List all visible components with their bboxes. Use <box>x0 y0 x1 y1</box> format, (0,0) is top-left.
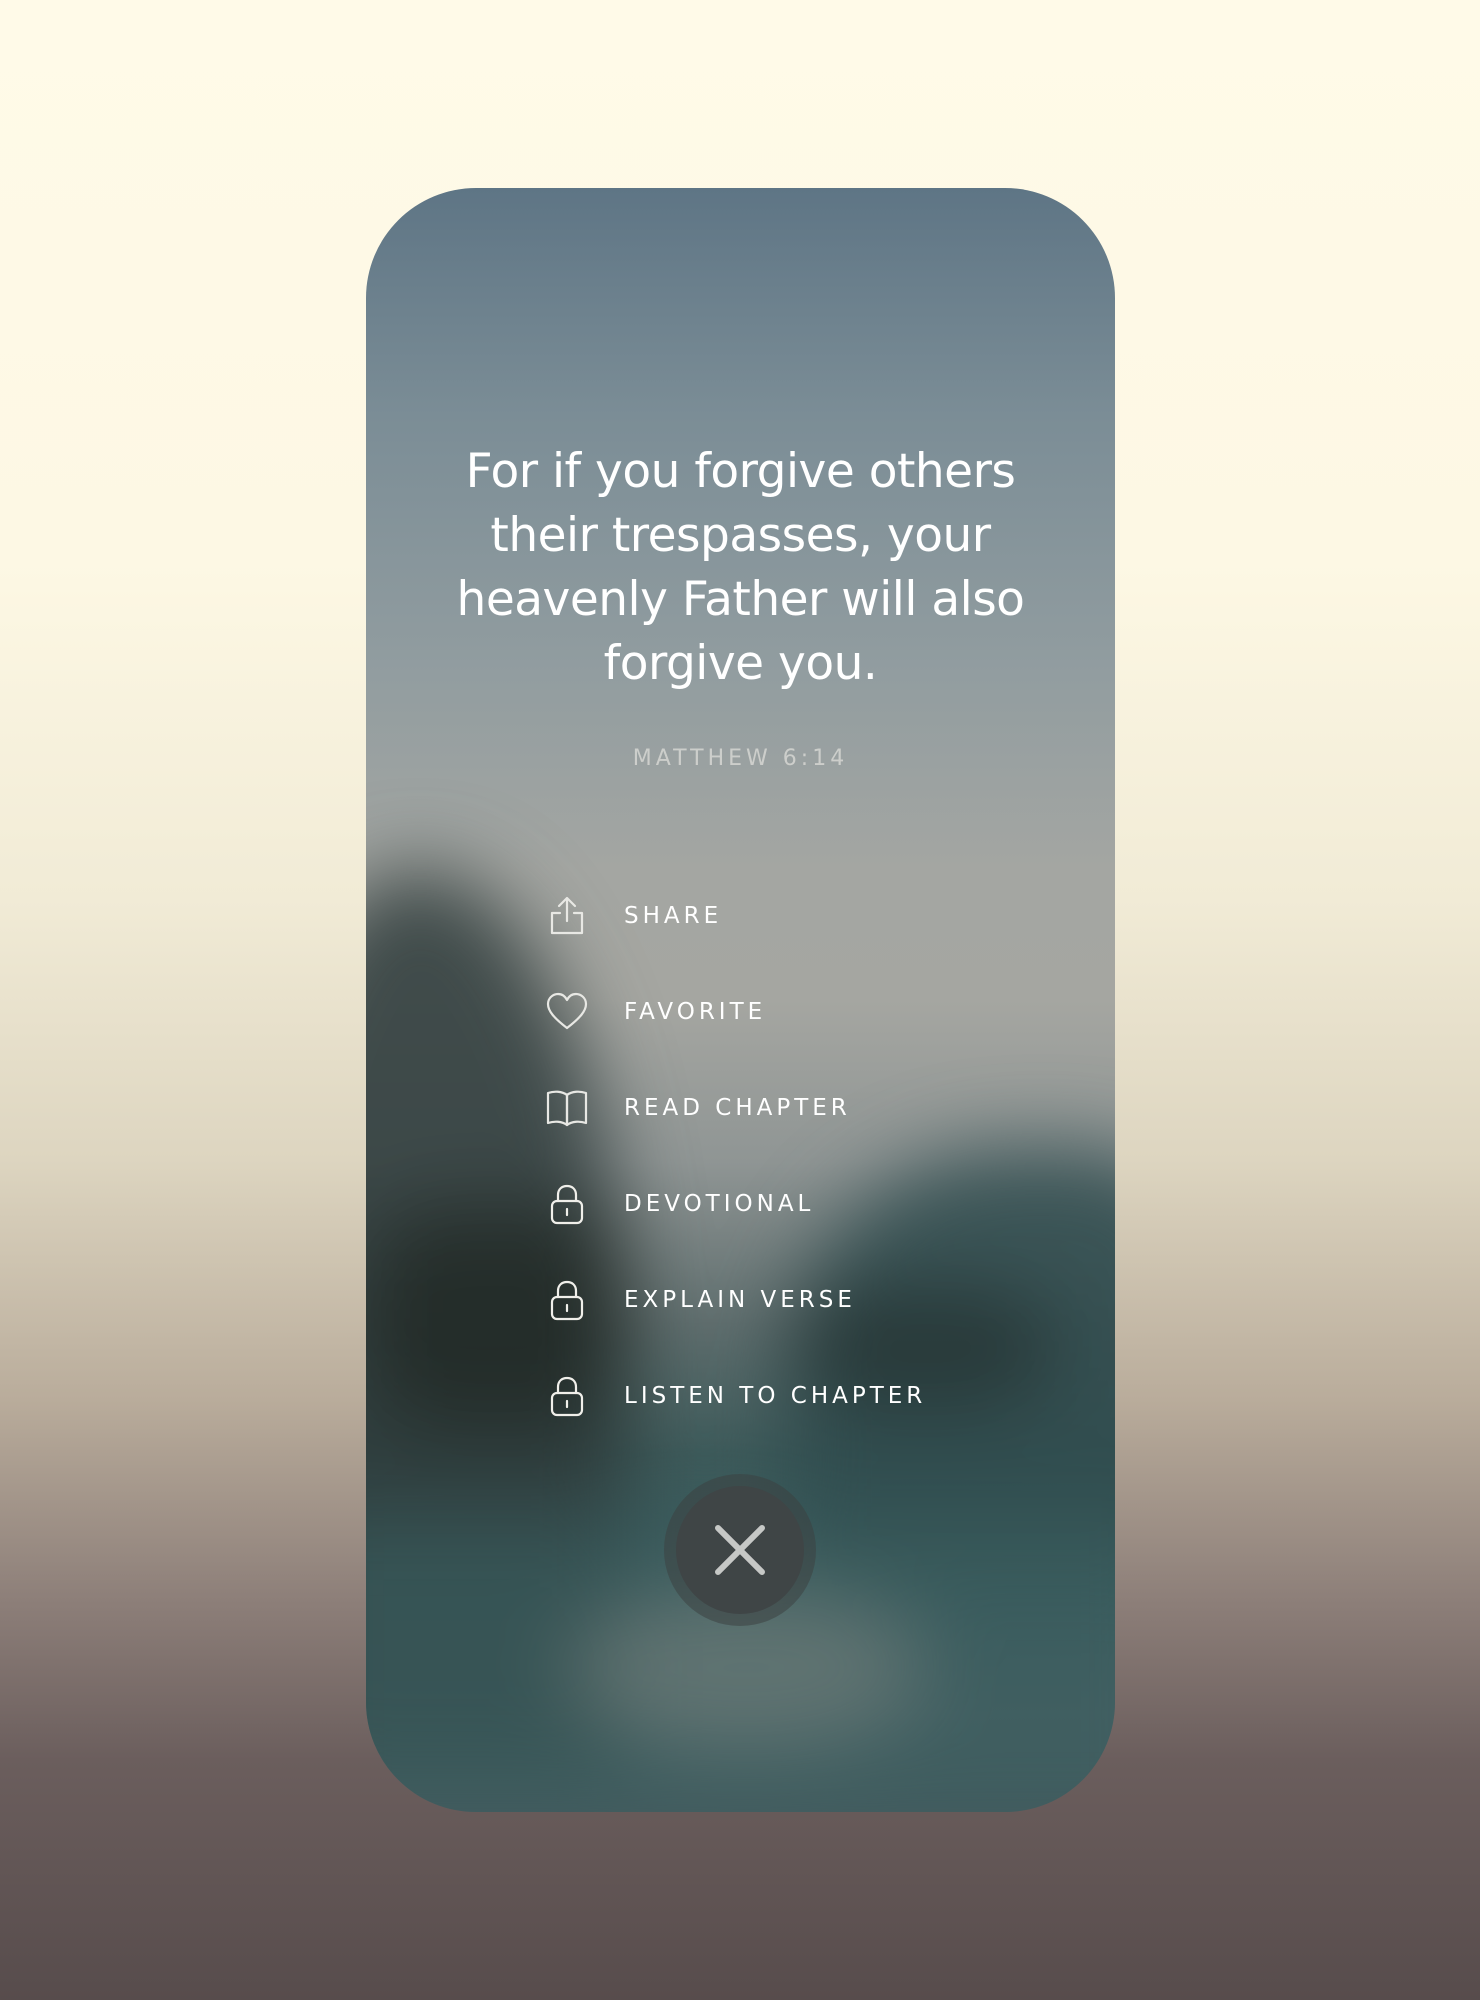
action-menu: SHARE FAVORITE READ CHAPTER DEVOTIONAL E… <box>544 868 1064 1444</box>
close-button-face <box>676 1486 804 1614</box>
menu-item-label: SHARE <box>624 903 723 929</box>
verse-text: For if you forgive others their trespass… <box>456 444 1025 691</box>
book-icon <box>544 1085 590 1131</box>
close-icon <box>715 1525 765 1575</box>
menu-item-label: EXPLAIN VERSE <box>624 1287 856 1313</box>
menu-item-listen-to-chapter[interactable]: LISTEN TO CHAPTER <box>544 1348 1064 1444</box>
share-icon <box>544 893 590 939</box>
lock-icon <box>544 1181 590 1227</box>
menu-item-label: LISTEN TO CHAPTER <box>624 1383 927 1409</box>
menu-item-label: READ CHAPTER <box>624 1095 851 1121</box>
menu-item-share[interactable]: SHARE <box>544 868 1064 964</box>
verse-action-sheet: For if you forgive others their trespass… <box>366 188 1115 1812</box>
menu-item-explain-verse[interactable]: EXPLAIN VERSE <box>544 1252 1064 1348</box>
menu-item-devotional[interactable]: DEVOTIONAL <box>544 1156 1064 1252</box>
verse-reference: MATTHEW 6:14 <box>632 746 849 771</box>
phone-screen: For if you forgive others their trespass… <box>366 188 1115 1812</box>
menu-item-label: FAVORITE <box>624 999 767 1025</box>
lock-icon <box>544 1373 590 1419</box>
menu-item-favorite[interactable]: FAVORITE <box>544 964 1064 1060</box>
heart-icon <box>544 989 590 1035</box>
lock-icon <box>544 1277 590 1323</box>
close-button[interactable] <box>664 1474 816 1626</box>
menu-item-label: DEVOTIONAL <box>624 1191 815 1217</box>
menu-item-read-chapter[interactable]: READ CHAPTER <box>544 1060 1064 1156</box>
